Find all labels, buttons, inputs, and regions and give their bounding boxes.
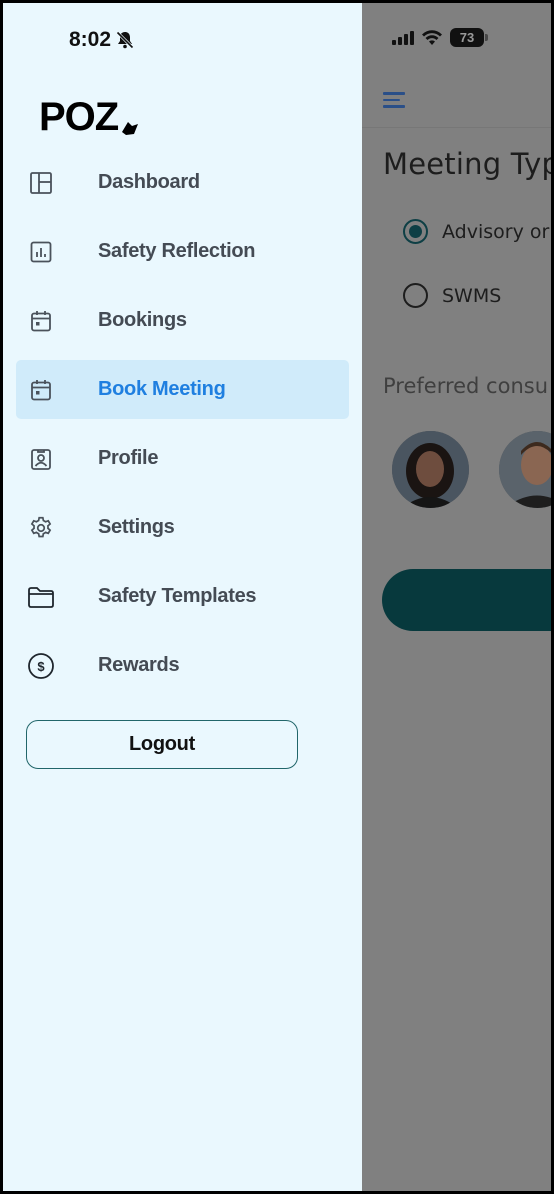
meeting-type-label: Advisory or [442,220,550,243]
consultant-avatar[interactable] [392,431,469,508]
menu-label: Safety Reflection [98,240,256,262]
wifi-icon [422,30,442,45]
menu-label: Bookings [98,309,187,331]
calendar-icon [27,376,55,404]
chart-icon [27,238,55,266]
menu-item-settings[interactable]: Settings [16,498,349,557]
poz-logo: POZ [39,95,140,140]
profile-badge-icon [27,445,55,473]
menu-item-safety-reflection[interactable]: Safety Reflection [16,222,349,281]
menu-label: Rewards [98,654,180,676]
menu-item-profile[interactable]: Profile [16,429,349,488]
page-title: Meeting Typ [383,147,551,181]
navigation-drawer: 8:02 POZ Dashboard Safety Reflection Boo… [3,3,362,1191]
radio-selected-icon[interactable] [403,219,428,244]
meeting-type-label: SWMS [442,284,502,307]
phone-screen: 73 Meeting Typ Advisory or SWMS Preferre… [3,3,551,1191]
svg-text:$: $ [37,659,45,674]
hamburger-icon[interactable] [383,92,405,108]
cellular-signal-icon [392,30,414,45]
consultant-avatar[interactable] [499,431,551,508]
dollar-circle-icon: $ [27,652,55,680]
meeting-type-option-advisory[interactable]: Advisory or [403,219,549,244]
menu-label: Dashboard [98,171,200,193]
app-header [362,78,551,128]
menu-item-bookings[interactable]: Bookings [16,291,349,350]
folder-icon [27,583,55,611]
menu-label: Safety Templates [98,585,257,607]
menu-label: Profile [98,447,159,469]
status-bar-right: 73 [362,3,551,78]
bell-slash-icon [116,31,134,49]
dashboard-icon [27,169,55,197]
book-button[interactable] [382,569,551,631]
status-time: 8:02 [69,28,135,52]
menu-item-dashboard[interactable]: Dashboard [16,153,349,212]
menu-label: Settings [98,516,175,538]
logout-button[interactable]: Logout [26,720,298,769]
logo-mark-icon [122,122,139,135]
menu-item-book-meeting[interactable]: Book Meeting [16,360,349,419]
meeting-type-option-swms[interactable]: SWMS [403,283,501,308]
radio-unselected-icon[interactable] [403,283,428,308]
time-text: 8:02 [69,28,112,51]
calendar-icon [27,307,55,335]
menu-item-rewards[interactable]: $ Rewards [16,636,349,695]
preferred-consultant-label: Preferred consu [383,374,549,398]
gear-icon [27,514,55,542]
menu-label: Book Meeting [98,378,226,400]
menu-item-safety-templates[interactable]: Safety Templates [16,567,349,626]
drawer-menu: Dashboard Safety Reflection Bookings Boo… [16,153,349,705]
battery-indicator: 73 [450,28,488,47]
